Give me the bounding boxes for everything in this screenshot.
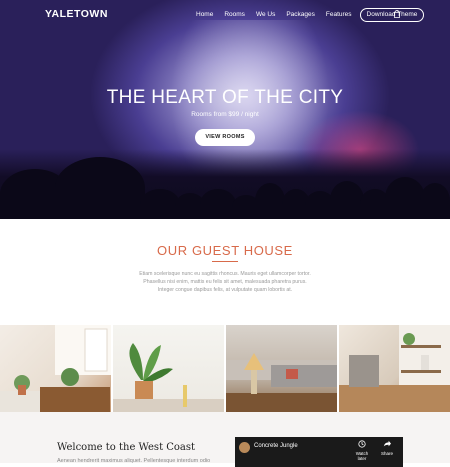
- kitchen-shelves-photo[interactable]: [339, 325, 450, 412]
- description-line: Etiam scelerisque nunc eu sagittis rhonc…: [139, 271, 311, 277]
- share-icon: [383, 440, 391, 447]
- description-line: Phasellus nisi enim, mattis eu felis sit…: [143, 279, 307, 286]
- nav-rooms[interactable]: Rooms: [224, 9, 245, 21]
- video-title[interactable]: Concrete Jungle: [254, 443, 298, 449]
- share-button[interactable]: Share: [378, 440, 396, 456]
- nav-features[interactable]: Features: [326, 9, 352, 21]
- download-theme-button[interactable]: Download Theme: [359, 8, 425, 22]
- share-label: Share: [380, 451, 393, 456]
- lounge-illustration: [226, 353, 337, 412]
- guest-house-section: OUR GUEST HOUSE Etiam scelerisque nunc e…: [0, 219, 450, 325]
- lounge-sofa-photo[interactable]: [226, 325, 337, 412]
- welcome-section: Welcome to the West Coast Aenean hendrer…: [0, 412, 450, 467]
- hero-section: YALETOWN Home Rooms We Us Packages Featu…: [0, 0, 450, 219]
- kitchen-illustration: [339, 325, 450, 412]
- bag-icon[interactable]: [393, 10, 401, 18]
- section-description: Etiam scelerisque nunc eu sagittis rhonc…: [120, 270, 330, 295]
- room-illustration: [0, 325, 111, 412]
- welcome-text: Aenean hendrerit maximus aliquet. Pellen…: [57, 458, 211, 464]
- description-line: Integer congue dapibus felis, at vulputa…: [157, 287, 293, 294]
- nav-we-us[interactable]: We Us: [256, 9, 275, 21]
- top-nav: YALETOWN Home Rooms We Us Packages Featu…: [0, 0, 450, 30]
- hero-subtitle: Rooms from $99 / night: [191, 111, 259, 118]
- nav-home[interactable]: Home: [196, 9, 213, 21]
- hero-title: THE HEART OF THE CITY: [106, 87, 344, 108]
- welcome-title: Welcome to the West Coast: [57, 442, 196, 453]
- plant-illustration: [113, 343, 224, 412]
- view-rooms-button[interactable]: VIEW ROOMS: [195, 129, 255, 146]
- section-title: OUR GUEST HOUSE: [157, 243, 293, 258]
- watch-later-button[interactable]: Watch later: [352, 440, 372, 461]
- nav-packages[interactable]: Packages: [286, 9, 315, 21]
- title-divider: [212, 261, 238, 262]
- crowd-heads: [0, 157, 450, 219]
- potted-plant-photo[interactable]: [113, 325, 224, 412]
- site-logo[interactable]: YALETOWN: [45, 8, 108, 20]
- channel-avatar: [239, 442, 250, 453]
- bright-living-room-photo[interactable]: [0, 325, 111, 412]
- clock-icon: [358, 440, 366, 448]
- main-menu: Home Rooms We Us Packages Features Downl…: [196, 8, 425, 22]
- watch-later-label: Watch later: [355, 451, 369, 461]
- photo-gallery: [0, 325, 450, 412]
